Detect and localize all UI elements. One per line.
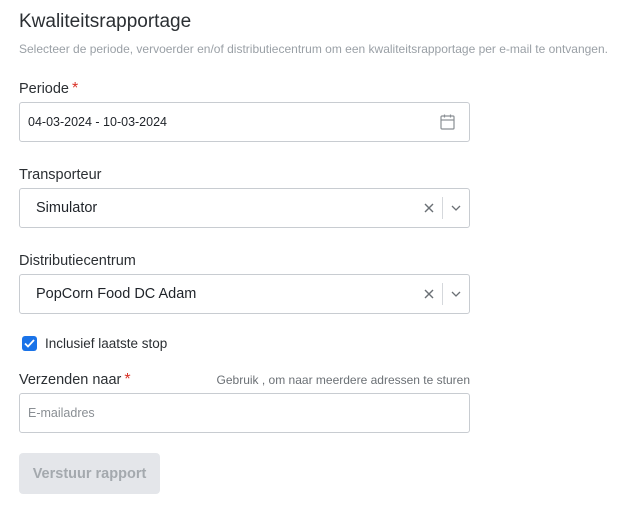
email-field[interactable] bbox=[20, 394, 469, 432]
transporteur-value: Simulator bbox=[36, 200, 98, 216]
email-hint: Gebruik , om naar meerdere adressen te s… bbox=[216, 373, 470, 387]
close-icon[interactable] bbox=[416, 275, 442, 313]
transporteur-select[interactable]: Simulator bbox=[19, 188, 470, 228]
required-marker: * bbox=[71, 80, 79, 97]
inclusief-laatste-stop-row[interactable]: Inclusief laatste stop bbox=[19, 336, 628, 351]
distributiecentrum-value: PopCorn Food DC Adam bbox=[36, 286, 197, 302]
distributiecentrum-select[interactable]: PopCorn Food DC Adam bbox=[19, 274, 470, 314]
verzenden-label-row: Verzenden naar * Gebruik , om naar meerde… bbox=[19, 371, 470, 389]
submit-row: Verstuur rapport bbox=[19, 453, 628, 494]
date-range-picker[interactable]: 04-03-2024 - 10-03-2024 bbox=[19, 102, 470, 142]
transporteur-label: Transporteur bbox=[19, 167, 102, 183]
email-field-box[interactable] bbox=[19, 393, 470, 433]
chevron-down-icon[interactable] bbox=[443, 275, 469, 313]
inclusief-laatste-stop-checkbox[interactable] bbox=[22, 336, 37, 351]
transporteur-label-row: Transporteur bbox=[19, 166, 628, 184]
date-range-value: 04-03-2024 - 10-03-2024 bbox=[28, 115, 167, 129]
inclusief-laatste-stop-label[interactable]: Inclusief laatste stop bbox=[45, 336, 167, 351]
page-title: Kwaliteitsrapportage bbox=[19, 11, 192, 32]
periode-label-row: Periode * bbox=[19, 80, 628, 98]
distributiecentrum-label-row: Distributiecentrum bbox=[19, 252, 628, 270]
send-report-button[interactable]: Verstuur rapport bbox=[19, 453, 160, 494]
distributiecentrum-label: Distributiecentrum bbox=[19, 253, 136, 269]
calendar-icon[interactable] bbox=[439, 114, 455, 130]
periode-label: Periode bbox=[19, 81, 69, 97]
page-subtitle: Selecteer de periode, vervoerder en/of d… bbox=[19, 42, 608, 56]
close-icon[interactable] bbox=[416, 189, 442, 227]
chevron-down-icon[interactable] bbox=[443, 189, 469, 227]
required-marker: * bbox=[124, 371, 131, 388]
verzenden-label: Verzenden naar bbox=[19, 372, 122, 388]
quality-report-form: Kwaliteitsrapportage Selecteer de period… bbox=[0, 0, 628, 508]
